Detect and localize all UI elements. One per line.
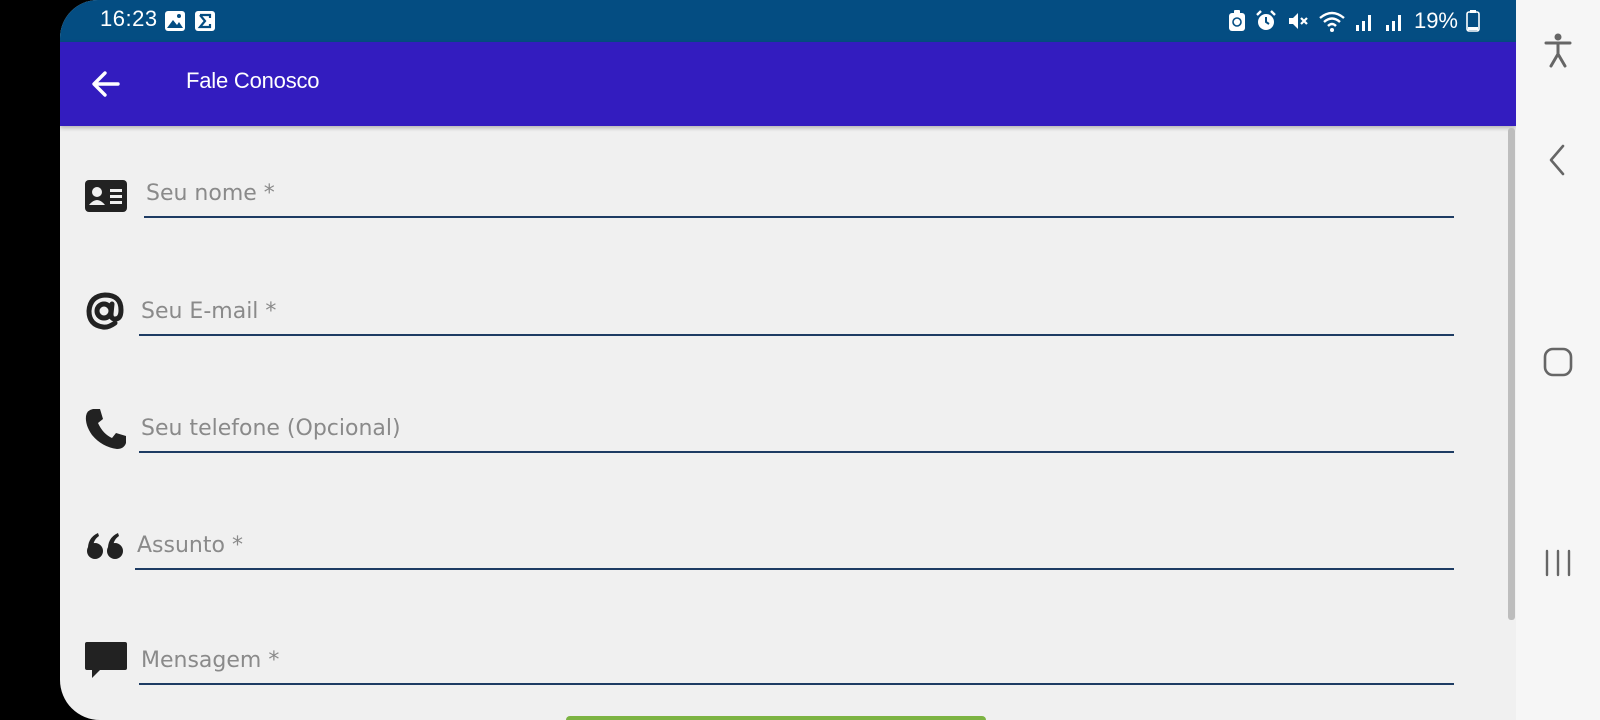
battery-percentage: 19% [1413, 8, 1458, 33]
page-title: Fale Conosco [186, 68, 320, 93]
quote-icon [87, 533, 123, 559]
subject-input[interactable] [135, 522, 1454, 570]
phone-field-row [60, 405, 1500, 515]
scrollbar[interactable] [1508, 128, 1515, 620]
submit-button-edge[interactable] [566, 716, 986, 720]
recycle-lock-icon [1228, 10, 1245, 31]
name-field-row [60, 170, 1500, 280]
accessibility-icon[interactable] [1536, 28, 1580, 72]
back-chevron-icon[interactable] [1536, 138, 1580, 182]
mute-icon [1288, 13, 1308, 29]
at-sign-icon [86, 292, 124, 330]
alarm-icon [1256, 10, 1276, 30]
status-time: 16:23 [100, 6, 158, 31]
id-card-icon [85, 180, 127, 212]
message-input[interactable] [139, 637, 1454, 685]
app-screen: 16:23 19% Fale Conosco Seu nome * Seu E-… [60, 0, 1516, 720]
home-icon[interactable] [1536, 340, 1580, 384]
status-bar: 16:23 19% [60, 0, 1516, 42]
signal-icon [1385, 15, 1401, 31]
phone-icon [85, 409, 126, 449]
subject-field-row [60, 522, 1500, 632]
signal-icon [1355, 15, 1371, 31]
email-input[interactable] [139, 288, 1454, 336]
phone-input[interactable] [139, 405, 1454, 453]
system-nav-bar [1516, 0, 1600, 720]
sigma-icon [195, 11, 215, 31]
recents-icon[interactable] [1536, 541, 1580, 585]
image-icon [165, 11, 185, 31]
wifi-icon [1319, 11, 1345, 32]
chat-bubble-icon [85, 642, 127, 678]
battery-icon [1466, 10, 1480, 32]
message-field-row [60, 637, 1500, 720]
status-icons: 19% [1228, 6, 1480, 36]
name-input[interactable] [144, 170, 1454, 218]
email-field-row [60, 288, 1500, 398]
arrow-left-icon[interactable] [86, 64, 126, 104]
app-bar: Fale Conosco [60, 42, 1516, 126]
